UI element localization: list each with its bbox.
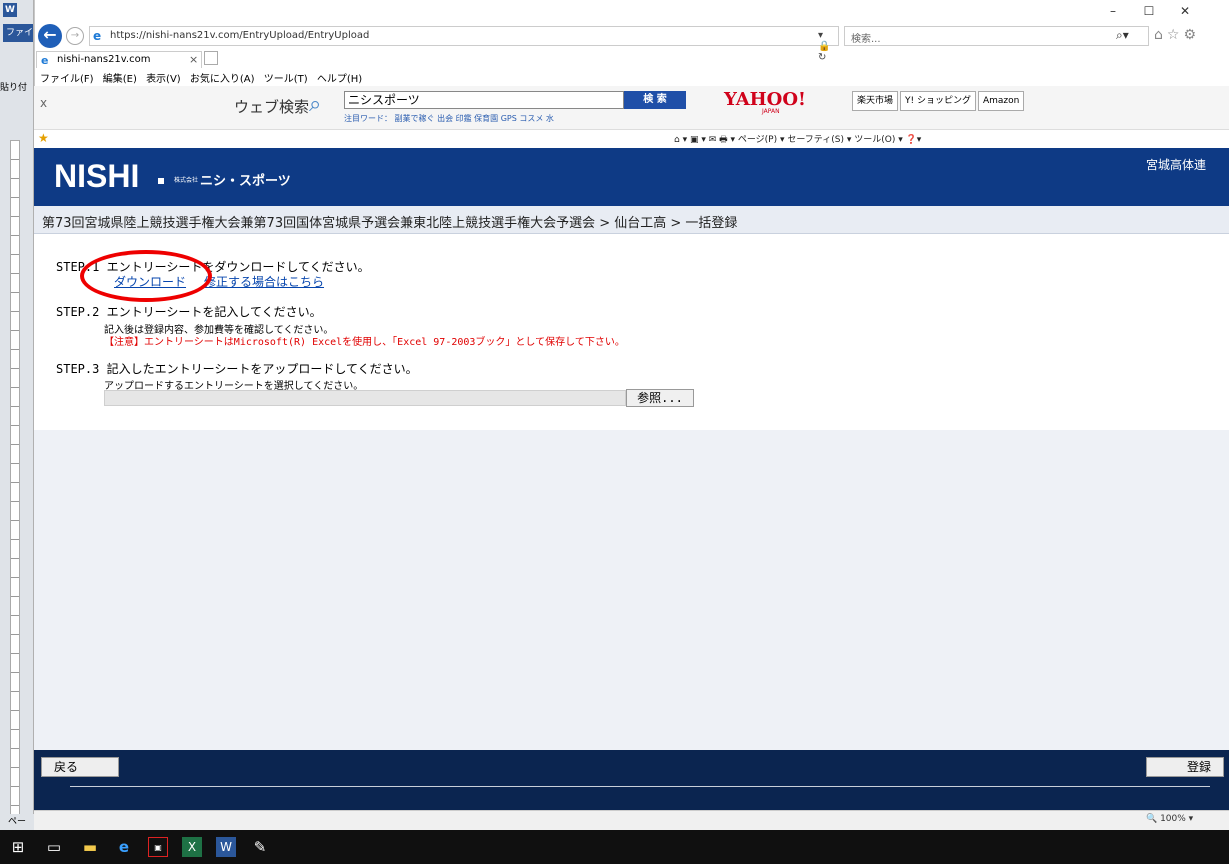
fix-link[interactable]: 修正する場合はこちら: [204, 273, 324, 290]
search-icon[interactable]: ⌕▾: [1116, 28, 1129, 43]
window-controls: – ☐ ✕: [1095, 4, 1203, 18]
hot-words[interactable]: 注目ワード： 副業で稼ぐ 出会 印鑑 保育園 GPS コスメ 水: [344, 113, 554, 124]
tab-title: nishi-nans21v.com: [57, 54, 151, 65]
breadcrumb: 第73回宮城県陸上競技選手権大会兼第73回国体宮城県予選会兼東北陸上競技選手権大…: [42, 216, 738, 231]
file-path-field[interactable]: [104, 390, 626, 406]
command-bar: ★ ⌂ ▾ ▣ ▾ ✉ 🖶 ▾ ページ(P) ▾ セーフティ(S) ▾ ツール(…: [34, 130, 1229, 148]
step3-title: STEP.3 記入したエントリーシートをアップロードしてください。: [56, 362, 418, 376]
windows-start-icon[interactable]: ⊞: [8, 837, 28, 857]
zoom-level[interactable]: 🔍 100% ▾: [1146, 814, 1193, 824]
yahoo-search-button[interactable]: 検 索: [624, 91, 686, 109]
yahoo-shopping-link[interactable]: Y! ショッピング: [900, 91, 976, 111]
word-logo-icon: W: [3, 3, 17, 17]
file-explorer-icon[interactable]: ▬: [80, 837, 100, 857]
magnifier-icon: ⌕: [309, 92, 322, 117]
word-vertical-ruler: [10, 140, 20, 820]
logo-dot: [158, 178, 164, 184]
browser-search-input[interactable]: 検索...: [844, 26, 1149, 46]
internet-explorer-icon[interactable]: e: [114, 837, 134, 857]
menu-favorites[interactable]: お気に入り(A): [190, 70, 255, 85]
app-club-icon[interactable]: ▣: [148, 837, 168, 857]
menu-tools[interactable]: ツール(T): [264, 70, 308, 85]
browser-search-placeholder: 検索...: [851, 34, 881, 45]
close-icon[interactable]: ✕: [1167, 4, 1203, 18]
back-button[interactable]: 戻る: [41, 757, 119, 777]
maximize-icon[interactable]: ☐: [1131, 4, 1167, 18]
new-tab-button[interactable]: [204, 51, 218, 65]
paint-icon[interactable]: ✎: [250, 837, 270, 857]
corp-prefix: 株式会社: [174, 177, 199, 184]
page-footer: 戻る 登録: [34, 750, 1229, 810]
yahoo-logo[interactable]: YAHOO!: [724, 89, 806, 110]
yahoo-toolbar: x ウェブ検索 ⌕ ニシスポーツ 検 索 注目ワード： 副業で稼ぐ 出会 印鑑 …: [34, 86, 1229, 130]
yahoo-quick-links: 楽天市場 Y! ショッピング Amazon: [852, 91, 1026, 113]
menu-view[interactable]: 表示(V): [146, 70, 181, 85]
command-bar-items[interactable]: ⌂ ▾ ▣ ▾ ✉ 🖶 ▾ ページ(P) ▾ セーフティ(S) ▾ ツール(O)…: [674, 132, 921, 148]
ie-tab-icon: e: [41, 54, 49, 67]
url-text[interactable]: https://nishi-nans21v.com/EntryUpload/En…: [110, 30, 369, 41]
tab-nishi[interactable]: e nishi-nans21v.com ×: [36, 51, 202, 68]
step2-title: STEP.2 エントリーシートを記入してください。: [56, 305, 322, 319]
annotation-circle: [80, 250, 212, 302]
forward-arrow-icon[interactable]: →: [66, 27, 84, 45]
header-user-name: 宮城高体連: [1146, 158, 1207, 172]
menu-file[interactable]: ファイル(F): [40, 70, 94, 85]
toolbar-close-icon[interactable]: x: [40, 96, 47, 110]
menu-help[interactable]: ヘルプ(H): [317, 70, 362, 85]
footer-divider: [70, 786, 1210, 787]
yahoo-logo-sub: JAPAN: [762, 108, 780, 115]
amazon-link[interactable]: Amazon: [977, 91, 1025, 111]
taskbar: ⊞ ▭ ▬ e ▣ X W ✎: [0, 830, 1229, 864]
back-arrow-icon[interactable]: ←: [38, 24, 62, 48]
home-favorites-settings-icons[interactable]: ⌂☆⚙: [1154, 27, 1200, 43]
menu-bar: ファイル(F) 編集(E) 表示(V) お気に入り(A) ツール(T) ヘルプ(…: [34, 68, 1229, 86]
favorites-star-icon[interactable]: ★: [38, 131, 49, 145]
word-file-tab[interactable]: ファイ: [3, 24, 33, 42]
yahoo-search-input[interactable]: ニシスポーツ: [344, 91, 624, 109]
rakuten-link[interactable]: 楽天市場: [852, 91, 899, 111]
corp-name: ニシ・スポーツ: [200, 174, 291, 189]
address-bar[interactable]: e https://nishi-nans21v.com/EntryUpload/…: [89, 26, 839, 63]
web-search-label: ウェブ検索: [234, 98, 310, 116]
tab-row: e nishi-nans21v.com ×: [34, 50, 1229, 68]
word-icon[interactable]: W: [216, 837, 236, 857]
word-paste-label[interactable]: 貼り付: [0, 80, 27, 93]
browser-status-bar: 🔍 100% ▾: [34, 810, 1229, 830]
empty-content-area: [34, 430, 1229, 750]
site-header: NISHI 株式会社 ニシ・スポーツ 宮城高体連: [34, 148, 1229, 206]
browse-button[interactable]: 参照...: [626, 389, 694, 407]
minimize-icon[interactable]: –: [1095, 4, 1131, 18]
nishi-logo: NISHI: [54, 158, 140, 194]
register-button[interactable]: 登録: [1146, 757, 1224, 777]
step2-warning: 【注意】エントリーシートはMicrosoft(R) Excelを使用し、「Exc…: [104, 337, 625, 348]
address-row: ← → e https://nishi-nans21v.com/EntryUpl…: [34, 22, 1229, 63]
menu-edit[interactable]: 編集(E): [103, 70, 137, 85]
excel-icon[interactable]: X: [182, 837, 202, 857]
breadcrumb-bar: 第73回宮城県陸上競技選手権大会兼第73回国体宮城県予選会兼東北陸上競技選手権大…: [34, 206, 1229, 234]
tab-close-icon[interactable]: ×: [189, 52, 198, 67]
task-view-icon[interactable]: ▭: [44, 837, 64, 857]
ie-page-icon: e: [93, 29, 102, 43]
